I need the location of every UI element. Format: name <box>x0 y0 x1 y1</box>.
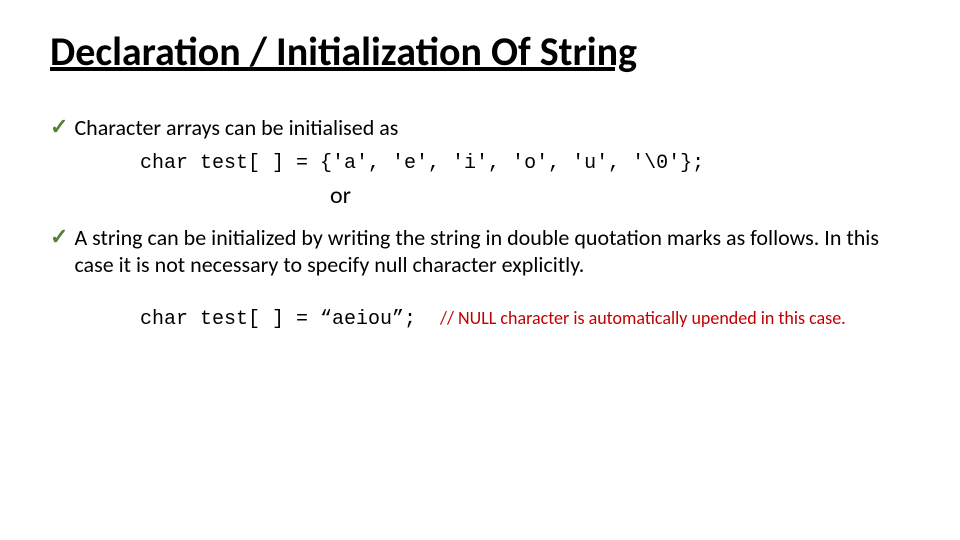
code-comment: // NULL character is automatically upend… <box>440 307 846 329</box>
slide: Declaration / Initialization Of String ✓… <box>0 0 960 540</box>
code-line-2-row: char test[ ] = “aeiou”; // NULL characte… <box>140 307 910 331</box>
code-line-1: char test[ ] = {'a', 'e', 'i', 'o', 'u',… <box>140 152 910 175</box>
slide-title: Declaration / Initialization Of String <box>50 30 910 74</box>
bullet-1: ✓ Character arrays can be initialised as <box>50 114 910 142</box>
bullet-1-text: Character arrays can be initialised as <box>74 114 910 142</box>
code-line-2: char test[ ] = “aeiou”; <box>140 308 416 331</box>
check-icon: ✓ <box>50 224 68 250</box>
bullet-2-text: A string can be initialized by writing t… <box>74 224 910 279</box>
check-icon: ✓ <box>50 114 68 140</box>
bullet-2: ✓ A string can be initialized by writing… <box>50 224 910 279</box>
or-label: or <box>330 181 910 210</box>
